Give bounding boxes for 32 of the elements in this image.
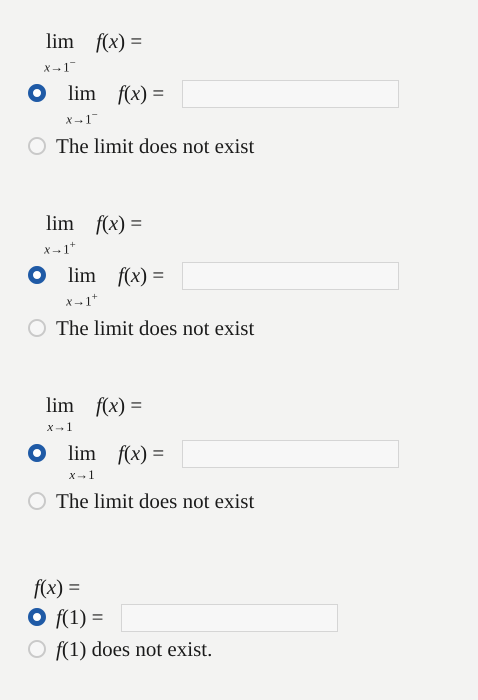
limit-subscript: x→1 <box>69 466 95 484</box>
answer-box[interactable] <box>182 80 400 108</box>
radio-button[interactable] <box>28 444 46 462</box>
radio-button[interactable] <box>28 84 46 102</box>
limit-subscript: x→1 <box>47 418 73 436</box>
math-expression: f(x) = <box>96 392 142 418</box>
lim-text: lim <box>46 392 74 418</box>
math-expression: f(x) = <box>34 574 80 600</box>
math-expression: f(1) = <box>56 604 104 630</box>
option-label: The limit does not exist <box>56 132 254 159</box>
lim-text: lim <box>68 262 96 288</box>
option-label: The limit does not exist <box>56 488 254 514</box>
radio-button[interactable] <box>28 608 46 626</box>
math-expression: f(x) = <box>118 262 164 288</box>
radio-button[interactable] <box>28 266 46 284</box>
option-label: The limit does not exist <box>56 314 254 341</box>
math-expression: f(x) = <box>118 440 164 466</box>
answer-box[interactable] <box>182 262 400 290</box>
math-expression: f(x) = <box>96 28 142 54</box>
lim-text: lim <box>46 28 74 54</box>
math-expression: f(x) = <box>118 80 164 106</box>
math-expression: f(x) = <box>96 210 142 236</box>
limit-subscript: x→1$^{−}$ <box>66 108 98 129</box>
limit-subscript: x→1$^{+}$ <box>66 290 98 311</box>
limit-subscript: x→1$^{−}$ <box>44 56 76 76</box>
answer-box[interactable] <box>182 440 400 468</box>
option-label: f(1) does not exist. <box>56 636 212 662</box>
lim-text: lim <box>68 440 96 466</box>
lim-text: lim <box>46 210 74 236</box>
lim-text: lim <box>68 80 96 106</box>
answer-box[interactable] <box>121 604 338 632</box>
limit-subscript: x→1$^{+}$ <box>44 238 76 258</box>
